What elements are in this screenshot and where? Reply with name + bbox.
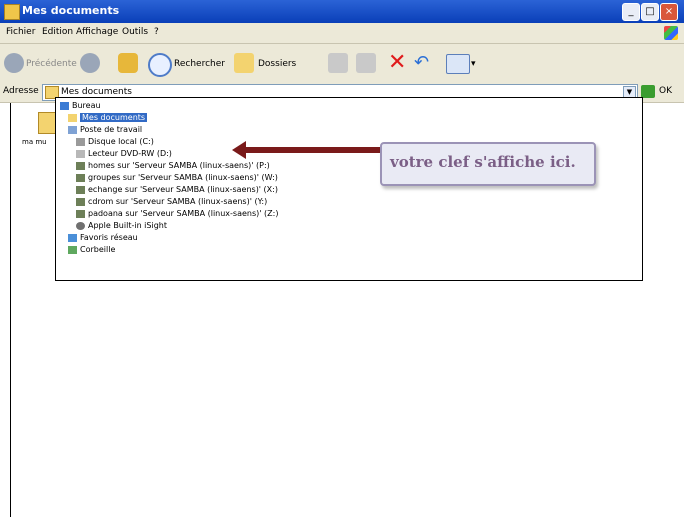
dropdown-item-mes-documents[interactable]: Mes documents xyxy=(68,113,148,122)
address-value[interactable]: Mes documents xyxy=(61,87,132,97)
network-places-icon xyxy=(68,233,77,242)
dropdown-item-label: Lecteur DVD-RW (D:) xyxy=(88,149,172,158)
folder-icon xyxy=(4,4,20,20)
maximize-button[interactable]: □ xyxy=(641,3,659,21)
menu-help[interactable]: ? xyxy=(154,27,159,37)
menu-edition[interactable]: Edition xyxy=(42,27,73,37)
divider xyxy=(10,103,11,517)
menu-bar: Fichier Edition Affichage Outils ? xyxy=(0,23,684,44)
title-bar: Mes documents _ □ × xyxy=(0,0,684,23)
folders-button-label[interactable]: Dossiers xyxy=(258,59,296,69)
desktop-icon xyxy=(60,101,69,110)
network-drive-icon xyxy=(76,185,85,194)
recycle-bin-icon xyxy=(68,245,77,254)
back-arrow-icon[interactable] xyxy=(4,53,24,73)
copy-to-icon[interactable] xyxy=(356,53,376,73)
menu-affichage[interactable]: Affichage xyxy=(76,27,118,37)
folder-label[interactable]: ma mu xyxy=(22,138,47,146)
chevron-down-icon[interactable]: ▾ xyxy=(471,59,476,69)
close-button[interactable]: × xyxy=(660,3,678,21)
dropdown-item-echange[interactable]: echange sur 'Serveur SAMBA (linux-saens)… xyxy=(76,185,278,194)
documents-folder-icon xyxy=(68,113,77,122)
move-to-icon[interactable] xyxy=(328,53,348,73)
dropdown-item-label: Favoris réseau xyxy=(80,233,138,242)
network-drive-icon xyxy=(76,209,85,218)
dropdown-item-bureau[interactable]: Bureau xyxy=(60,101,101,110)
dropdown-item-label: Mes documents xyxy=(80,113,148,122)
dropdown-item-label: cdrom sur 'Serveur SAMBA (linux-saens)' … xyxy=(88,197,268,206)
dropdown-item-label: Poste de travail xyxy=(80,125,143,134)
folders-icon[interactable] xyxy=(234,53,254,73)
camera-icon xyxy=(76,221,85,230)
hard-disk-icon xyxy=(76,137,85,146)
computer-icon xyxy=(68,125,77,134)
menu-outils[interactable]: Outils xyxy=(122,27,148,37)
dropdown-item-padoana[interactable]: padoana sur 'Serveur SAMBA (linux-saens)… xyxy=(76,209,278,218)
undo-icon[interactable]: ↶ xyxy=(414,53,429,73)
dropdown-item-lecteur-dvd[interactable]: Lecteur DVD-RW (D:) xyxy=(76,149,172,158)
search-button-label[interactable]: Rechercher xyxy=(174,59,225,69)
windows-logo-icon xyxy=(664,26,678,40)
window-title: Mes documents xyxy=(22,4,120,17)
dvd-drive-icon xyxy=(76,149,85,158)
annotation-text: votre clef s'affiche ici. xyxy=(390,153,576,171)
dropdown-item-label: Apple Built-in iSight xyxy=(88,221,167,230)
minimize-button[interactable]: _ xyxy=(622,3,640,21)
address-label: Adresse xyxy=(3,86,39,96)
dropdown-item-label: groupes sur 'Serveur SAMBA (linux-saens)… xyxy=(88,173,278,182)
search-icon[interactable] xyxy=(148,53,172,77)
delete-icon[interactable]: ✕ xyxy=(388,52,406,74)
annotation-arrow xyxy=(240,147,382,153)
dropdown-item-groupes[interactable]: groupes sur 'Serveur SAMBA (linux-saens)… xyxy=(76,173,278,182)
dropdown-item-label: Disque local (C:) xyxy=(88,137,154,146)
dropdown-item-apple-isight[interactable]: Apple Built-in iSight xyxy=(76,221,167,230)
dropdown-item-label: homes sur 'Serveur SAMBA (linux-saens)' … xyxy=(88,161,270,170)
dropdown-item-poste-de-travail[interactable]: Poste de travail xyxy=(68,125,142,134)
dropdown-item-corbeille[interactable]: Corbeille xyxy=(68,245,115,254)
annotation-arrow-head xyxy=(232,141,246,159)
dropdown-item-label: padoana sur 'Serveur SAMBA (linux-saens)… xyxy=(88,209,279,218)
dropdown-item-disque-local[interactable]: Disque local (C:) xyxy=(76,137,154,146)
toolbar: Précédente Rechercher Dossiers ✕ ↶ ▾ xyxy=(0,44,684,83)
dropdown-item-favoris-reseau[interactable]: Favoris réseau xyxy=(68,233,138,242)
go-arrow-icon[interactable] xyxy=(641,85,655,98)
views-icon[interactable] xyxy=(446,54,470,74)
dropdown-item-label: echange sur 'Serveur SAMBA (linux-saens)… xyxy=(88,185,278,194)
network-drive-icon xyxy=(76,161,85,170)
annotation-callout: votre clef s'affiche ici. xyxy=(380,142,596,186)
network-drive-icon xyxy=(76,197,85,206)
dropdown-item-cdrom[interactable]: cdrom sur 'Serveur SAMBA (linux-saens)' … xyxy=(76,197,267,206)
dropdown-item-label: Corbeille xyxy=(80,245,116,254)
dropdown-item-label: Bureau xyxy=(72,101,101,110)
go-button[interactable]: OK xyxy=(659,86,672,96)
network-drive-icon xyxy=(76,173,85,182)
back-button-label[interactable]: Précédente xyxy=(26,59,77,69)
address-dropdown: Bureau Mes documents Poste de travail Di… xyxy=(55,97,643,281)
up-folder-icon[interactable] xyxy=(118,53,138,73)
menu-fichier[interactable]: Fichier xyxy=(6,27,35,37)
forward-arrow-icon[interactable] xyxy=(80,53,100,73)
dropdown-item-homes[interactable]: homes sur 'Serveur SAMBA (linux-saens)' … xyxy=(76,161,270,170)
